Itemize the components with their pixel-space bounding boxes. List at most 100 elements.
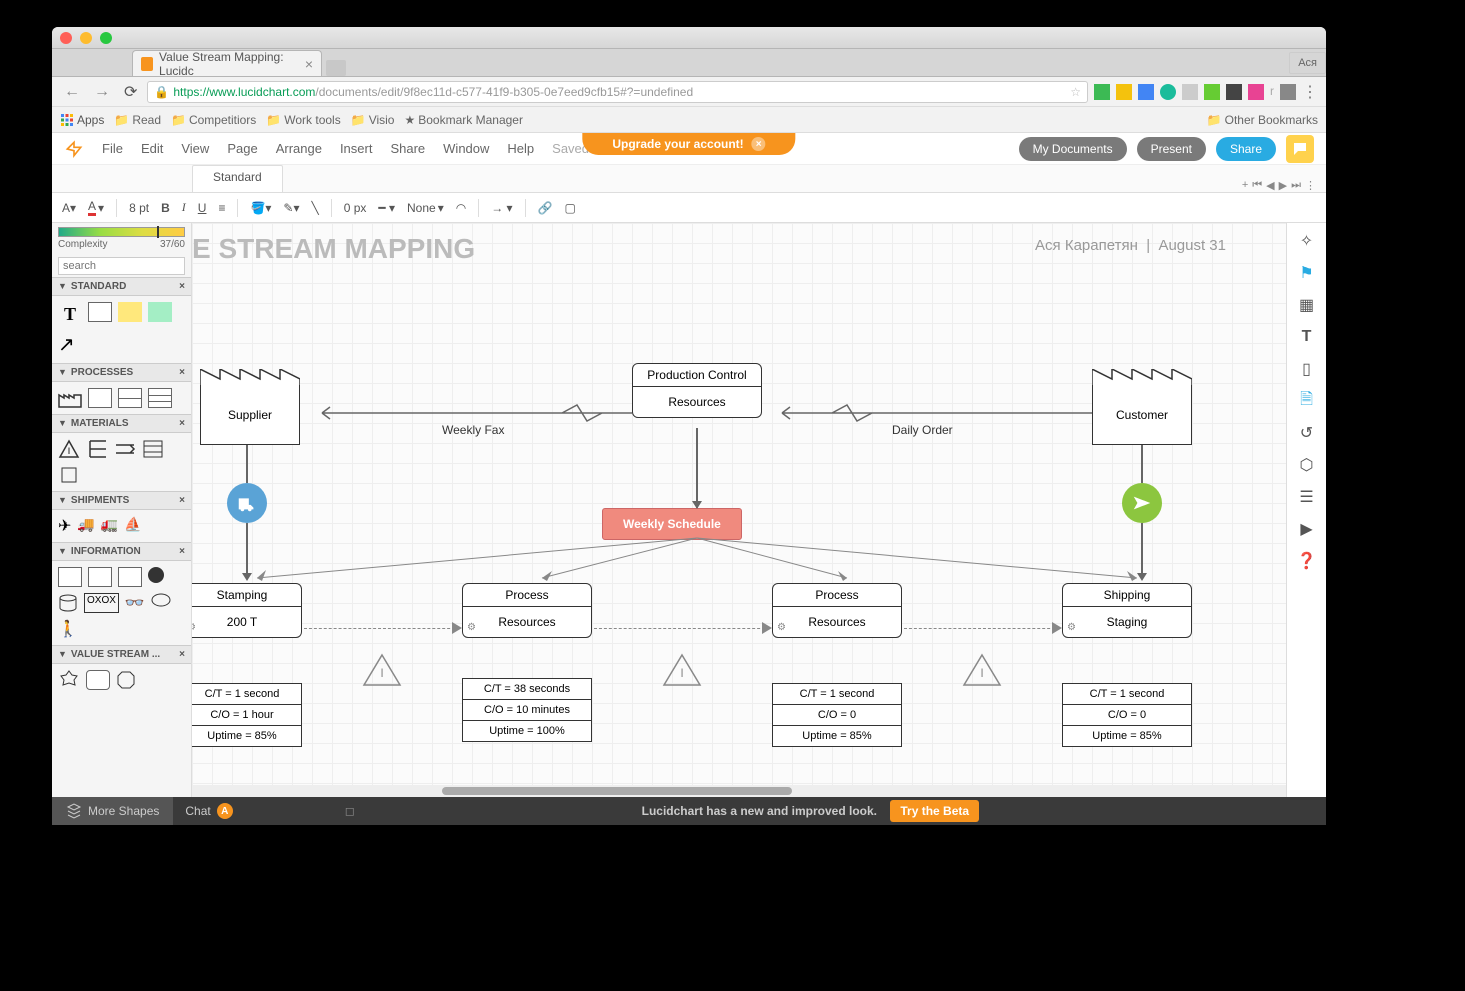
ext-icon[interactable] [1204,84,1220,100]
shape-kanban-3[interactable] [118,567,142,587]
feature-find-icon[interactable]: ⚑ [1297,263,1317,283]
shelf-standard[interactable]: ▼STANDARD× [52,277,191,296]
ext-icon[interactable] [1094,84,1110,100]
shape-kaizen[interactable] [58,670,80,688]
menu-page[interactable]: Page [227,141,257,156]
close-shelf-icon[interactable]: × [179,367,185,378]
bookmark-manager[interactable]: ★ Bookmark Manager [404,113,522,127]
shape-fifo[interactable] [114,439,136,459]
line-style-button[interactable]: ━ ▾ [378,201,395,215]
shape-factory[interactable] [58,388,82,408]
horizontal-scrollbar[interactable] [192,785,1286,797]
menu-edit[interactable]: Edit [141,141,163,156]
shelf-shipments[interactable]: ▼SHIPMENTS× [52,491,191,510]
chat-button[interactable]: Chat A [173,803,244,819]
close-window-button[interactable] [60,32,72,44]
production-control-node[interactable]: Production Control Resources [632,363,762,418]
presentation-icon[interactable]: ▶ [1297,519,1317,539]
arrow-style-button[interactable]: → ▾ [491,201,512,215]
minimize-window-button[interactable] [80,32,92,44]
link-button[interactable]: 🔗 [538,201,553,215]
my-documents-button[interactable]: My Documents [1019,137,1127,161]
next-page-icon[interactable]: ▶ [1279,179,1287,192]
page-icon[interactable]: ▯ [1297,359,1317,379]
menu-icon[interactable]: ⋮ [1302,82,1318,102]
align-button[interactable]: ≡ [218,201,225,215]
star-icon[interactable]: ☆ [1070,85,1081,99]
menu-help[interactable]: Help [507,141,534,156]
menu-window[interactable]: Window [443,141,489,156]
bold-button[interactable]: B [161,201,170,215]
ext-icon[interactable] [1280,84,1296,100]
databox-4[interactable]: C/T = 1 second C/O = 0 Uptime = 85% [1062,683,1192,747]
process-shipping[interactable]: Shipping Staging ⚙ [1062,583,1192,638]
process-stamping[interactable]: Stamping 200 T ⚙ [192,583,302,638]
shape-glasses[interactable]: 👓 [125,593,145,613]
shape-truck[interactable]: 🚚 [77,516,94,536]
profile-badge[interactable]: Ася [1289,52,1326,74]
shelf-processes[interactable]: ▼PROCESSES× [52,363,191,382]
fill-color-button[interactable]: 🪣▾ [250,201,271,215]
ext-icon[interactable] [1138,84,1154,100]
share-button[interactable]: Share [1216,137,1276,161]
shape-kanban-2[interactable] [88,567,112,587]
shape-boat[interactable]: ⛵ [124,516,141,536]
document-icon[interactable]: 🗎 [1297,391,1317,411]
text-icon[interactable]: T [1297,327,1317,347]
help-icon[interactable]: ❓ [1297,551,1317,571]
plane-icon[interactable] [1122,483,1162,523]
add-page-icon[interactable]: + [1242,179,1248,192]
line-shape-button[interactable]: ╲ [312,201,319,215]
more-shapes-button[interactable]: More Shapes [52,797,173,825]
page-tab-standard[interactable]: Standard [192,165,283,192]
ext-icon[interactable] [1160,84,1176,100]
truck-icon[interactable] [227,483,267,523]
menu-arrange[interactable]: Arrange [276,141,322,156]
font-picker[interactable]: A▾ [62,201,76,215]
shape-rectangle[interactable] [88,302,112,322]
ext-icon[interactable]: r [1270,84,1274,100]
shape-line[interactable]: ↗ [58,332,75,357]
shape-dot[interactable] [148,567,164,583]
history-icon[interactable]: ↺ [1297,423,1317,443]
line-color-button[interactable]: ✎▾ [283,201,299,215]
shape-database[interactable] [58,593,78,613]
process-2[interactable]: Process Resources ⚙ [462,583,592,638]
font-size-input[interactable]: 8 pt [129,201,149,215]
back-button[interactable]: ← [60,83,84,101]
shape-airplane[interactable]: ✈ [58,516,71,536]
expand-icon[interactable]: ◻ [345,804,355,818]
bookmark-folder-visio[interactable]: 📁 Visio [351,113,395,127]
shelf-vsm[interactable]: ▼VALUE STREAM ...× [52,645,191,664]
prev-page-icon[interactable]: ◀ [1266,179,1274,192]
browser-tab[interactable]: Value Stream Mapping: Lucidc × [132,50,322,76]
shape-note[interactable] [118,302,142,322]
apps-button[interactable]: Apps [60,113,104,127]
shape-buffer[interactable] [58,465,80,485]
inventory-triangle[interactable]: I [662,653,702,687]
forward-button[interactable]: → [90,83,114,101]
shape-ellipse[interactable] [151,593,171,607]
line-type-select[interactable]: None ▾ [407,201,444,215]
page-menu-icon[interactable]: ⋮ [1305,179,1316,192]
shape-forklift[interactable]: 🚛 [101,516,118,536]
supplier-node[interactable]: Supplier [200,385,300,445]
shape-process[interactable] [88,388,112,408]
shape-search-input[interactable] [58,257,185,275]
other-bookmarks[interactable]: 📁 Other Bookmarks [1207,113,1318,127]
try-beta-button[interactable]: Try the Beta [890,800,979,822]
menu-insert[interactable]: Insert [340,141,373,156]
ext-icon[interactable] [1226,84,1242,100]
last-page-icon[interactable]: ⏭ [1291,179,1301,192]
underline-button[interactable]: U [198,201,207,215]
address-bar[interactable]: 🔒 https://www.lucidchart.com/documents/e… [147,81,1088,103]
italic-button[interactable]: I [182,200,186,215]
inventory-triangle[interactable]: I [962,653,1002,687]
databox-1[interactable]: C/T = 1 second C/O = 1 hour Uptime = 85% [192,683,302,747]
databox-3[interactable]: C/T = 1 second C/O = 0 Uptime = 85% [772,683,902,747]
maximize-window-button[interactable] [100,32,112,44]
new-tab-button[interactable] [326,60,346,76]
shape-kanban-1[interactable] [58,567,82,587]
ext-icon[interactable] [1248,84,1264,100]
databox-2[interactable]: C/T = 38 seconds C/O = 10 minutes Uptime… [462,678,592,742]
